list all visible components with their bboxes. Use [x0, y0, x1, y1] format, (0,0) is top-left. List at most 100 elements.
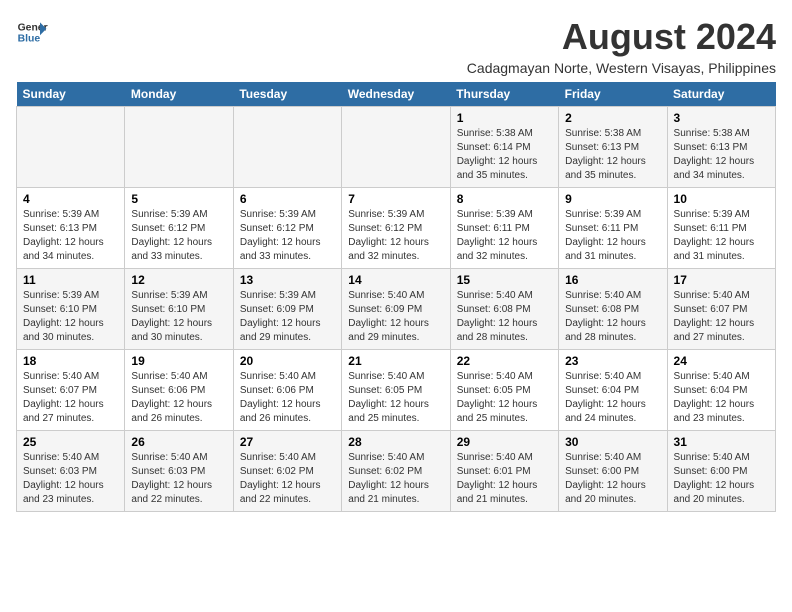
- day-number: 21: [348, 354, 443, 368]
- calendar-cell: 2 Sunrise: 5:38 AM Sunset: 6:13 PM Daylig…: [559, 107, 667, 188]
- day-number: 5: [131, 192, 226, 206]
- day-info: Sunrise: 5:40 AM Sunset: 6:08 PM Dayligh…: [457, 289, 552, 345]
- day-number: 22: [457, 354, 552, 368]
- calendar-week-5: 25 Sunrise: 5:40 AM Sunset: 6:03 PM Dayli…: [17, 431, 776, 512]
- day-number: 13: [240, 273, 335, 287]
- calendar-cell: 4Sunrise: 5:39 AM Sunset: 6:13 PM Daylig…: [17, 188, 125, 269]
- day-info: Sunrise: 5:40 AM Sunset: 6:04 PM Dayligh…: [674, 370, 769, 426]
- day-number: 31: [674, 435, 769, 449]
- calendar-table: SundayMondayTuesdayWednesdayThursdayFrid…: [16, 82, 776, 512]
- day-info: Sunrise: 5:39 AM Sunset: 6:11 PM Dayligh…: [674, 208, 769, 264]
- weekday-header-monday: Monday: [125, 82, 233, 107]
- day-info: Sunrise: 5:40 AM Sunset: 6:07 PM Dayligh…: [674, 289, 769, 345]
- day-info: Sunrise: 5:39 AM Sunset: 6:12 PM Dayligh…: [131, 208, 226, 264]
- calendar-cell: 23Sunrise: 5:40 AM Sunset: 6:04 PM Dayli…: [559, 350, 667, 431]
- day-info: Sunrise: 5:40 AM Sunset: 6:01 PM Dayligh…: [457, 451, 552, 507]
- calendar-week-4: 18 Sunrise: 5:40 AM Sunset: 6:07 PM Dayli…: [17, 350, 776, 431]
- day-number: 6: [240, 192, 335, 206]
- day-number: 20: [240, 354, 335, 368]
- calendar-cell: 26Sunrise: 5:40 AM Sunset: 6:03 PM Dayli…: [125, 431, 233, 512]
- day-info: Sunrise: 5:40 AM Sunset: 6:07 PM Dayligh…: [23, 370, 118, 426]
- calendar-cell: 24 Sunrise: 5:40 AM Sunset: 6:04 PM Dayli…: [667, 350, 775, 431]
- calendar-cell: 10Sunrise: 5:39 AM Sunset: 6:11 PM Dayli…: [667, 188, 775, 269]
- calendar-cell: [342, 107, 450, 188]
- day-info: Sunrise: 5:40 AM Sunset: 6:02 PM Dayligh…: [240, 451, 335, 507]
- calendar-cell: 17 Sunrise: 5:40 AM Sunset: 6:07 PM Dayli…: [667, 269, 775, 350]
- page-subtitle: Cadagmayan Norte, Western Visayas, Phili…: [467, 60, 776, 76]
- calendar-cell: 9Sunrise: 5:39 AM Sunset: 6:11 PM Daylig…: [559, 188, 667, 269]
- calendar-cell: 7Sunrise: 5:39 AM Sunset: 6:12 PM Daylig…: [342, 188, 450, 269]
- calendar-cell: 5 Sunrise: 5:39 AM Sunset: 6:12 PM Daylig…: [125, 188, 233, 269]
- svg-text:Blue: Blue: [18, 34, 41, 45]
- day-info: Sunrise: 5:39 AM Sunset: 6:10 PM Dayligh…: [131, 289, 226, 345]
- day-info: Sunrise: 5:39 AM Sunset: 6:10 PM Dayligh…: [23, 289, 118, 345]
- calendar-cell: 29 Sunrise: 5:40 AM Sunset: 6:01 PM Dayli…: [450, 431, 558, 512]
- day-number: 27: [240, 435, 335, 449]
- day-info: Sunrise: 5:40 AM Sunset: 6:05 PM Dayligh…: [457, 370, 552, 426]
- page-title: August 2024: [467, 16, 776, 58]
- calendar-cell: 25 Sunrise: 5:40 AM Sunset: 6:03 PM Dayli…: [17, 431, 125, 512]
- calendar-cell: 1 Sunrise: 5:38 AM Sunset: 6:14 PM Daylig…: [450, 107, 558, 188]
- page-header: General Blue August 2024 Cadagmayan Nort…: [16, 16, 776, 76]
- day-number: 25: [23, 435, 118, 449]
- day-info: Sunrise: 5:39 AM Sunset: 6:12 PM Dayligh…: [240, 208, 335, 264]
- day-info: Sunrise: 5:40 AM Sunset: 6:05 PM Dayligh…: [348, 370, 443, 426]
- day-info: Sunrise: 5:38 AM Sunset: 6:14 PM Dayligh…: [457, 127, 552, 183]
- calendar-week-3: 11 Sunrise: 5:39 AM Sunset: 6:10 PM Dayli…: [17, 269, 776, 350]
- day-number: 23: [565, 354, 660, 368]
- weekday-header-friday: Friday: [559, 82, 667, 107]
- day-number: 18: [23, 354, 118, 368]
- day-info: Sunrise: 5:39 AM Sunset: 6:11 PM Dayligh…: [565, 208, 660, 264]
- weekday-header-thursday: Thursday: [450, 82, 558, 107]
- logo-icon: General Blue: [16, 16, 48, 48]
- day-info: Sunrise: 5:40 AM Sunset: 6:00 PM Dayligh…: [565, 451, 660, 507]
- day-number: 30: [565, 435, 660, 449]
- calendar-cell: 20 Sunrise: 5:40 AM Sunset: 6:06 PM Dayli…: [233, 350, 341, 431]
- weekday-header-tuesday: Tuesday: [233, 82, 341, 107]
- calendar-cell: 11 Sunrise: 5:39 AM Sunset: 6:10 PM Dayli…: [17, 269, 125, 350]
- day-info: Sunrise: 5:39 AM Sunset: 6:12 PM Dayligh…: [348, 208, 443, 264]
- day-number: 24: [674, 354, 769, 368]
- calendar-cell: 21 Sunrise: 5:40 AM Sunset: 6:05 PM Dayli…: [342, 350, 450, 431]
- day-number: 8: [457, 192, 552, 206]
- day-number: 15: [457, 273, 552, 287]
- calendar-week-1: 1 Sunrise: 5:38 AM Sunset: 6:14 PM Daylig…: [17, 107, 776, 188]
- calendar-cell: 27 Sunrise: 5:40 AM Sunset: 6:02 PM Dayli…: [233, 431, 341, 512]
- calendar-cell: 28 Sunrise: 5:40 AM Sunset: 6:02 PM Dayli…: [342, 431, 450, 512]
- day-number: 2: [565, 111, 660, 125]
- day-info: Sunrise: 5:38 AM Sunset: 6:13 PM Dayligh…: [674, 127, 769, 183]
- calendar-cell: [17, 107, 125, 188]
- day-number: 11: [23, 273, 118, 287]
- day-number: 17: [674, 273, 769, 287]
- day-info: Sunrise: 5:40 AM Sunset: 6:03 PM Dayligh…: [23, 451, 118, 507]
- day-info: Sunrise: 5:39 AM Sunset: 6:13 PM Dayligh…: [23, 208, 118, 264]
- weekday-header-row: SundayMondayTuesdayWednesdayThursdayFrid…: [17, 82, 776, 107]
- calendar-cell: 14Sunrise: 5:40 AM Sunset: 6:09 PM Dayli…: [342, 269, 450, 350]
- day-number: 3: [674, 111, 769, 125]
- day-info: Sunrise: 5:40 AM Sunset: 6:06 PM Dayligh…: [240, 370, 335, 426]
- day-info: Sunrise: 5:39 AM Sunset: 6:11 PM Dayligh…: [457, 208, 552, 264]
- day-info: Sunrise: 5:39 AM Sunset: 6:09 PM Dayligh…: [240, 289, 335, 345]
- day-number: 29: [457, 435, 552, 449]
- calendar-cell: 22 Sunrise: 5:40 AM Sunset: 6:05 PM Dayli…: [450, 350, 558, 431]
- logo: General Blue: [16, 16, 48, 48]
- calendar-cell: 8 Sunrise: 5:39 AM Sunset: 6:11 PM Daylig…: [450, 188, 558, 269]
- day-number: 26: [131, 435, 226, 449]
- day-info: Sunrise: 5:38 AM Sunset: 6:13 PM Dayligh…: [565, 127, 660, 183]
- day-info: Sunrise: 5:40 AM Sunset: 6:09 PM Dayligh…: [348, 289, 443, 345]
- day-info: Sunrise: 5:40 AM Sunset: 6:08 PM Dayligh…: [565, 289, 660, 345]
- calendar-cell: 3 Sunrise: 5:38 AM Sunset: 6:13 PM Daylig…: [667, 107, 775, 188]
- calendar-cell: [233, 107, 341, 188]
- day-info: Sunrise: 5:40 AM Sunset: 6:02 PM Dayligh…: [348, 451, 443, 507]
- day-number: 12: [131, 273, 226, 287]
- calendar-cell: 6 Sunrise: 5:39 AM Sunset: 6:12 PM Daylig…: [233, 188, 341, 269]
- calendar-cell: 19Sunrise: 5:40 AM Sunset: 6:06 PM Dayli…: [125, 350, 233, 431]
- day-info: Sunrise: 5:40 AM Sunset: 6:00 PM Dayligh…: [674, 451, 769, 507]
- calendar-cell: 15 Sunrise: 5:40 AM Sunset: 6:08 PM Dayli…: [450, 269, 558, 350]
- weekday-header-wednesday: Wednesday: [342, 82, 450, 107]
- weekday-header-sunday: Sunday: [17, 82, 125, 107]
- calendar-cell: 13 Sunrise: 5:39 AM Sunset: 6:09 PM Dayli…: [233, 269, 341, 350]
- day-number: 1: [457, 111, 552, 125]
- day-number: 28: [348, 435, 443, 449]
- calendar-cell: [125, 107, 233, 188]
